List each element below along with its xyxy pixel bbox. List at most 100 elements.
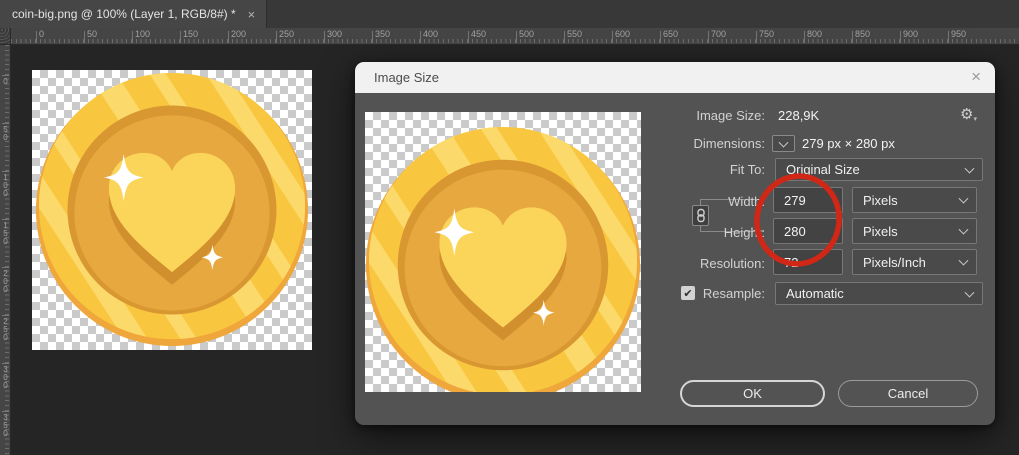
image-size-value: 228,9K: [778, 108, 819, 123]
document-tab[interactable]: coin-big.png @ 100% (Layer 1, RGB/8#) * …: [0, 0, 267, 28]
width-label: Width:: [595, 194, 765, 209]
chevron-down-icon: [959, 194, 969, 204]
gear-icon[interactable]: ⚙▾: [960, 105, 977, 123]
width-unit-select[interactable]: Pixels: [852, 187, 977, 213]
chevron-down-icon: [965, 163, 975, 173]
ruler-tick: [852, 31, 853, 43]
ruler-tick-label: 500: [519, 29, 534, 39]
ruler-tick: [468, 31, 469, 43]
ok-button[interactable]: OK: [680, 380, 825, 407]
resample-value: Automatic: [786, 286, 844, 301]
coin-image: [34, 72, 310, 348]
ruler-tick-label: 250: [279, 29, 294, 39]
ruler-tick-label: 0: [1, 77, 10, 85]
ruler-tick-label: 600: [615, 29, 630, 39]
ruler-tick: [180, 31, 181, 43]
image-preview[interactable]: [365, 112, 641, 392]
tab-bar: coin-big.png @ 100% (Layer 1, RGB/8#) * …: [0, 0, 1019, 28]
ruler-tick: [2, 219, 9, 220]
ruler-tick-label: 0: [39, 29, 44, 39]
ruler-tick: [2, 315, 9, 316]
ruler-tick-label: 400: [423, 29, 438, 39]
resolution-unit-select[interactable]: Pixels/Inch: [852, 249, 977, 275]
dimensions-unit-button[interactable]: [772, 135, 795, 152]
ruler-tick-label: 350: [375, 29, 390, 39]
dialog-close-icon[interactable]: ×: [971, 67, 981, 87]
fit-to-select[interactable]: Original Size: [775, 158, 983, 181]
resolution-input[interactable]: [773, 249, 843, 275]
fit-to-label: Fit To:: [595, 162, 765, 177]
width-input[interactable]: [773, 187, 843, 213]
ruler-tick-label: 50: [1, 125, 10, 141]
ruler-tick: [228, 31, 229, 43]
ruler-tick: [708, 31, 709, 43]
fit-to-value: Original Size: [786, 162, 860, 177]
ruler-tick-label: 100: [135, 29, 150, 39]
resolution-unit-value: Pixels/Inch: [863, 255, 926, 270]
vertical-ruler: 0 50 100 150 200 250 300 350: [0, 45, 11, 455]
dimensions-label: Dimensions:: [595, 136, 765, 151]
ruler-tick: [276, 31, 277, 43]
ruler-tick: [612, 31, 613, 43]
chain-icon: [696, 208, 706, 223]
ruler-tick-label: 200: [1, 269, 10, 293]
ruler-tick-label: 150: [183, 29, 198, 39]
chevron-down-icon: [959, 225, 969, 235]
ruler-tick-label: 150: [1, 221, 10, 245]
ruler-tick: [948, 31, 949, 43]
ruler-tick: [324, 31, 325, 43]
ruler-tick-label: 250: [1, 317, 10, 341]
ruler-tick: [564, 31, 565, 43]
ruler-tick: [900, 31, 901, 43]
ruler-tick: [132, 31, 133, 43]
photoshop-window: coin-big.png @ 100% (Layer 1, RGB/8#) * …: [0, 0, 1019, 455]
ruler-tick: [2, 267, 9, 268]
ruler-tick: [660, 31, 661, 43]
resolution-label: Resolution:: [595, 256, 765, 271]
ruler-tick-label: 450: [471, 29, 486, 39]
cancel-button[interactable]: Cancel: [838, 380, 978, 407]
ruler-tick-label: 300: [327, 29, 342, 39]
ruler-tick-label: 200: [231, 29, 246, 39]
ruler-tick-label: 550: [567, 29, 582, 39]
ruler-tick: [516, 31, 517, 43]
ruler-tick: [804, 31, 805, 43]
width-unit-value: Pixels: [863, 193, 898, 208]
ruler-tick-label: 350: [1, 413, 10, 437]
ruler-tick-label: 750: [759, 29, 774, 39]
document-tab-title: coin-big.png @ 100% (Layer 1, RGB/8#) *: [12, 7, 236, 21]
ruler-tick: [2, 171, 9, 172]
height-unit-select[interactable]: Pixels: [852, 218, 977, 244]
ruler-origin-box: [0, 28, 11, 45]
ruler-tick: [2, 411, 9, 412]
ruler-tick-label: 300: [1, 365, 10, 389]
ruler-tick-label: 950: [951, 29, 966, 39]
dialog-header[interactable]: Image Size ×: [355, 62, 995, 93]
ruler-tick: [756, 31, 757, 43]
ruler-tick-label: 900: [903, 29, 918, 39]
ruler-tick: [84, 31, 85, 43]
dialog-title: Image Size: [374, 70, 439, 85]
document-canvas[interactable]: [32, 70, 312, 350]
ruler-tick: [372, 31, 373, 43]
resample-select[interactable]: Automatic: [775, 282, 983, 305]
height-input[interactable]: [773, 218, 843, 244]
horizontal-ruler: 0 50 100 150 200 250 300 350 400 450 500 550 600 650 7…: [0, 28, 1019, 45]
height-label: Height:: [595, 225, 765, 240]
ruler-tick-label: 100: [1, 173, 10, 197]
ruler-tick-label: 650: [663, 29, 678, 39]
resample-label: Resample:: [595, 286, 765, 301]
ruler-tick: [2, 123, 9, 124]
ruler-tick: [2, 75, 9, 76]
ruler-tick-label: 50: [87, 29, 97, 39]
height-unit-value: Pixels: [863, 224, 898, 239]
ruler-tick: [420, 31, 421, 43]
ruler-tick: [2, 363, 9, 364]
image-size-dialog: Image Size × Image Size: 228,9K ⚙▾ Dimen…: [355, 62, 995, 425]
image-size-label: Image Size:: [595, 108, 765, 123]
dialog-body: Image Size: 228,9K ⚙▾ Dimensions: 279 px…: [355, 93, 995, 425]
ruler-tick-label: 850: [855, 29, 870, 39]
tab-close-icon[interactable]: ×: [248, 8, 256, 21]
ruler-tick-label: 800: [807, 29, 822, 39]
chevron-down-icon: [965, 287, 975, 297]
